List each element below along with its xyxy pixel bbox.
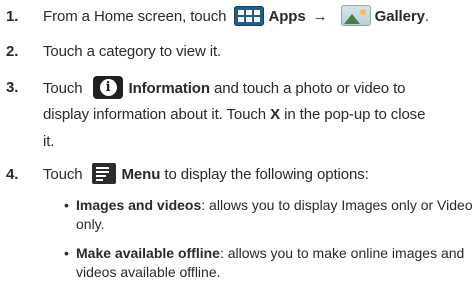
arrow: → (312, 8, 328, 25)
option-title: Images and videos (76, 197, 202, 213)
option-desc: : allows you to display Images only or V… (201, 197, 472, 213)
option-title: Make available offline (76, 245, 220, 261)
step-3-line-3: it. (43, 133, 55, 150)
step-text: Touch a category to view it. (43, 43, 222, 60)
apps-grid-icon (234, 6, 265, 26)
instructions-page: 1. From a Home screen, touch Apps → Gall… (0, 0, 472, 303)
step-3: 3. Touch i Information and touch a photo o… (0, 76, 472, 156)
gallery-label: Gallery (374, 8, 425, 25)
step-1: 1. From a Home screen, touch Apps → Gall… (0, 5, 472, 29)
option-text: Images and videos: allows you to display… (76, 196, 472, 215)
option-desc-cont: only. (76, 216, 105, 232)
step-3-line-1: Touch i Information and touch a photo or v… (43, 76, 406, 101)
step-text: Touch Menu to display the following opti… (43, 163, 369, 187)
step-3-line-1-rest: and touch a photo or video to (214, 80, 406, 97)
option-text: Make available offline: allows you to ma… (76, 244, 464, 263)
option-desc-cont: videos available offline. (76, 264, 221, 280)
menu-label: Menu (121, 166, 161, 183)
option-desc: : allows you to make online images and (219, 245, 465, 261)
touch-word: Touch (43, 80, 83, 97)
step-number: 3. (6, 79, 19, 96)
step-1-suffix: . (424, 8, 429, 25)
step-4: 4. Touch Menu to display the following o… (0, 163, 472, 187)
menu-icon (91, 163, 116, 184)
step-text: From a Home screen, touch Apps → Gallery… (43, 5, 429, 29)
gallery-icon (340, 5, 371, 26)
touch-word: Touch (43, 166, 83, 183)
apps-label: Apps (268, 8, 306, 25)
step-3-line-2-rest: in the pop-up to close (284, 106, 426, 123)
step-number: 4. (6, 166, 19, 183)
step-number: 1. (6, 8, 19, 25)
information-label: Information (128, 80, 211, 97)
step-4-rest: to display the following options: (164, 166, 369, 183)
options-list: • Images and videos: allows you to displ… (64, 196, 472, 301)
bullet-dot: • (64, 245, 69, 261)
info-icon: i (92, 76, 123, 99)
close-key: X (270, 106, 281, 123)
step-1-prefix: From a Home screen, touch (43, 8, 227, 25)
step-3-line-2-text: display information about it. Touch (43, 106, 267, 123)
bullet-dot: • (64, 197, 69, 213)
step-3-line-2: display information about it. Touch X in… (43, 103, 425, 127)
step-number: 2. (6, 43, 19, 60)
step-2: 2. Touch a category to view it. (0, 40, 472, 64)
